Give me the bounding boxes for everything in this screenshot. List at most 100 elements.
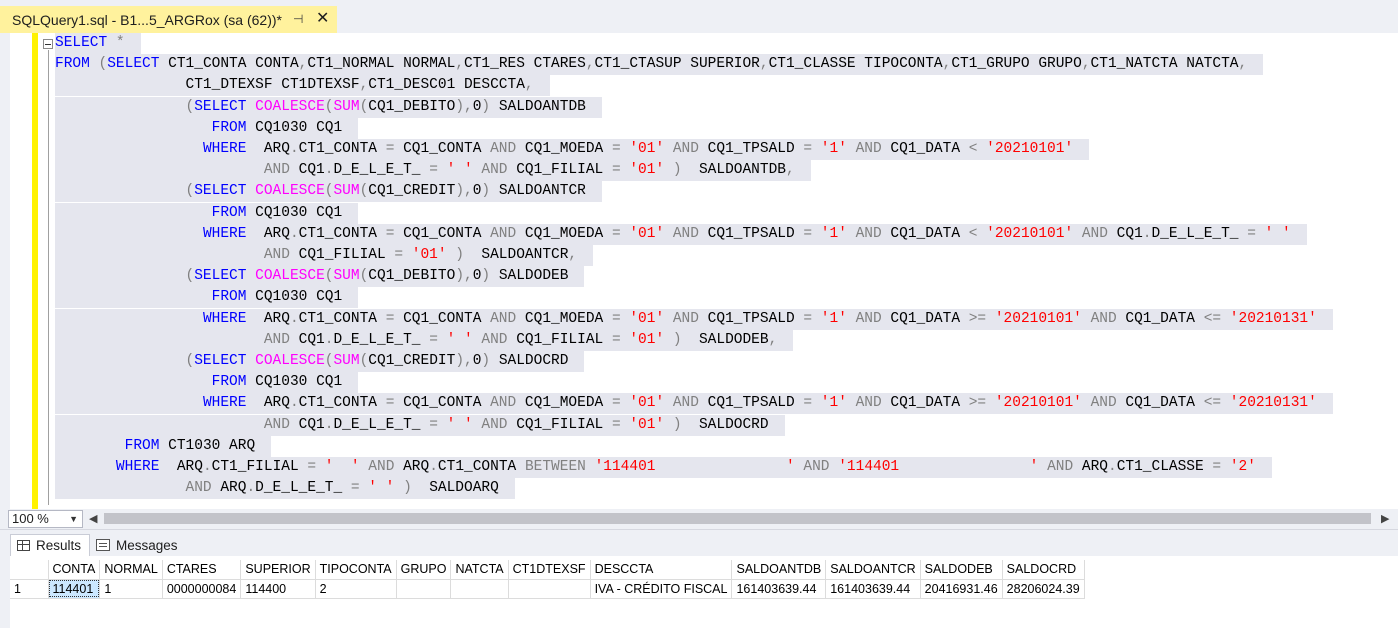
zoom-dropdown[interactable]: 100 % ▼ — [8, 510, 83, 528]
row-number[interactable]: 1 — [10, 579, 49, 599]
code-line[interactable]: FROM (SELECT CT1_CONTA CONTA,CT1_NORMAL … — [55, 54, 1264, 76]
column-header[interactable]: CONTA — [48, 560, 101, 580]
close-icon[interactable]: ✕ — [316, 8, 329, 28]
code-token: ), — [455, 98, 473, 115]
code-token: ) — [481, 183, 491, 200]
code-token: CQ1_TPSALD — [698, 225, 804, 242]
code-line[interactable]: SELECT * — [55, 33, 141, 54]
code-line[interactable]: WHERE ARQ.CT1_CONTA = CQ1_CONTA AND CQ1_… — [55, 223, 1307, 245]
code-line[interactable]: (SELECT COALESCE(SUM(CQ1_CREDIT),0) SALD… — [55, 351, 585, 372]
code-line[interactable]: FROM CQ1030 CQ1 — [55, 372, 359, 394]
table-row[interactable]: 1 114401 1 0000000084 114400 2 IVA - CRÉDITO F… — [10, 579, 1085, 599]
column-header[interactable]: TIPOCONTA — [315, 560, 397, 580]
code-line[interactable]: (SELECT COALESCE(SUM(CQ1_DEBITO),0) SALD… — [55, 96, 602, 118]
code-line[interactable]: CT1_DTEXSF CT1DTEXSF,CT1_DESC01 DESCCTA, — [55, 75, 550, 97]
code-line[interactable]: AND CQ1.D_E_L_E_T_ = ' ' AND CQ1_FILIAL … — [55, 329, 794, 351]
tab-messages[interactable]: Messages — [92, 534, 184, 556]
grid-cell[interactable]: 2 — [315, 579, 397, 599]
grid-cell[interactable] — [396, 579, 452, 599]
code-token: AND — [490, 141, 517, 157]
pin-icon[interactable]: ⊣ — [293, 12, 303, 26]
code-line[interactable]: WHERE ARQ.CT1_CONTA = CQ1_CONTA AND CQ1_… — [55, 308, 1333, 330]
code-token: COALESCE — [255, 353, 325, 369]
code-token: ( — [98, 56, 108, 73]
column-header[interactable]: CT1DTEXSF — [508, 560, 591, 580]
grid-cell[interactable]: 161403639.44 — [731, 579, 827, 599]
column-header[interactable]: SALDOANTCR — [825, 560, 921, 580]
collapse-icon[interactable] — [43, 39, 53, 49]
column-header[interactable]: CTARES — [162, 560, 242, 580]
column-header[interactable]: SALDODEB — [920, 560, 1003, 580]
code-line[interactable]: AND CQ1.D_E_L_E_T_ = ' ' AND CQ1_FILIAL … — [55, 414, 785, 436]
horizontal-scrollbar-thumb[interactable] — [104, 513, 1371, 524]
code-token: SUM — [333, 98, 360, 115]
code-token: CT1_CLASSE TIPOCONTA — [768, 56, 943, 73]
code-token: FROM — [55, 56, 90, 73]
grid-cell[interactable]: 161403639.44 — [825, 579, 921, 599]
code-token: CQ1_DATA — [881, 310, 969, 327]
column-header[interactable]: SALDOANTDB — [731, 560, 827, 580]
code-token: SELECT — [194, 268, 247, 285]
grid-cell[interactable]: 0000000084 — [162, 579, 242, 599]
grid-cell[interactable]: 114400 — [240, 579, 316, 599]
code-token: CQ1 — [289, 416, 325, 433]
code-line[interactable]: AND ARQ.D_E_L_E_T_ = ' ' ) SALDOARQ — [55, 478, 515, 500]
code-token: CQ1_DATA — [881, 395, 969, 412]
code-line[interactable]: FROM CQ1030 CQ1 — [55, 117, 359, 139]
column-header[interactable]: NORMAL — [99, 560, 163, 580]
sql-editor[interactable]: SELECT * FROM (SELECT CT1_CONTA CONTA,CT1… — [10, 33, 1398, 509]
code-line[interactable]: (SELECT COALESCE(SUM(CQ1_CREDIT),0) SALD… — [55, 181, 602, 203]
column-header[interactable]: DESCCTA — [590, 560, 733, 580]
code-token: . — [289, 310, 299, 327]
code-token: CQ1 — [1107, 225, 1143, 242]
grid-cell[interactable]: 28206024.39 — [1002, 579, 1085, 599]
grid-cell[interactable] — [508, 579, 591, 599]
code-line[interactable]: FROM CQ1030 CQ1 — [55, 202, 359, 224]
scroll-left-icon[interactable]: ◀ — [89, 512, 97, 525]
code-line[interactable]: FROM CQ1030 CQ1 — [55, 287, 359, 309]
grid-cell[interactable] — [450, 579, 509, 599]
code-line[interactable]: WHERE ARQ.CT1_CONTA = CQ1_CONTA AND CQ1_… — [55, 139, 1090, 160]
column-header[interactable]: NATCTA — [450, 560, 509, 580]
scroll-right-icon[interactable]: ▶ — [1381, 512, 1389, 525]
column-header[interactable]: GRUPO — [396, 560, 452, 580]
grid-cell[interactable]: 20416931.46 — [920, 579, 1003, 599]
code-line[interactable]: (SELECT COALESCE(SUM(CQ1_DEBITO),0) SALD… — [55, 266, 585, 288]
code-line[interactable]: WHERE ARQ.CT1_FILIAL = ' ' AND ARQ.CT1_C… — [55, 457, 1272, 478]
code-token: SALDODEB — [681, 331, 769, 348]
column-header[interactable]: SALDOCRD — [1002, 560, 1085, 580]
code-token: '114401 ' — [594, 459, 795, 475]
query-tab[interactable]: SQLQuery1.sql - B1...5_ARGRox (sa (62))*… — [0, 6, 337, 33]
code-token: SELECT — [107, 56, 160, 73]
grid-cell[interactable]: 114401 — [48, 579, 101, 599]
code-token: AND — [263, 247, 290, 263]
code-token: CT1_RES CTARES — [464, 56, 586, 73]
code-line[interactable]: AND CQ1_FILIAL = '01' ) SALDOANTCR, — [55, 245, 594, 266]
code-token: ( — [359, 353, 369, 369]
column-header[interactable]: SUPERIOR — [240, 560, 316, 580]
grid-cell[interactable]: IVA - CRÉDITO FISCAL — [590, 579, 733, 599]
code-token: = — [611, 395, 621, 412]
code-line[interactable]: FROM CT1030 ARQ — [55, 435, 272, 457]
code-token: '01' — [629, 141, 665, 157]
code-token: CQ1_TPSALD — [698, 395, 804, 412]
code-line[interactable]: WHERE ARQ.CT1_CONTA = CQ1_CONTA AND CQ1_… — [55, 393, 1333, 415]
code-line[interactable]: AND CQ1.D_E_L_E_T_ = ' ' AND CQ1_FILIAL … — [55, 160, 811, 182]
tab-results[interactable]: Results — [10, 534, 90, 556]
code-token: ARQ — [246, 310, 290, 327]
code-token: SELECT — [55, 35, 108, 51]
grid-cell[interactable]: 1 — [99, 579, 163, 599]
